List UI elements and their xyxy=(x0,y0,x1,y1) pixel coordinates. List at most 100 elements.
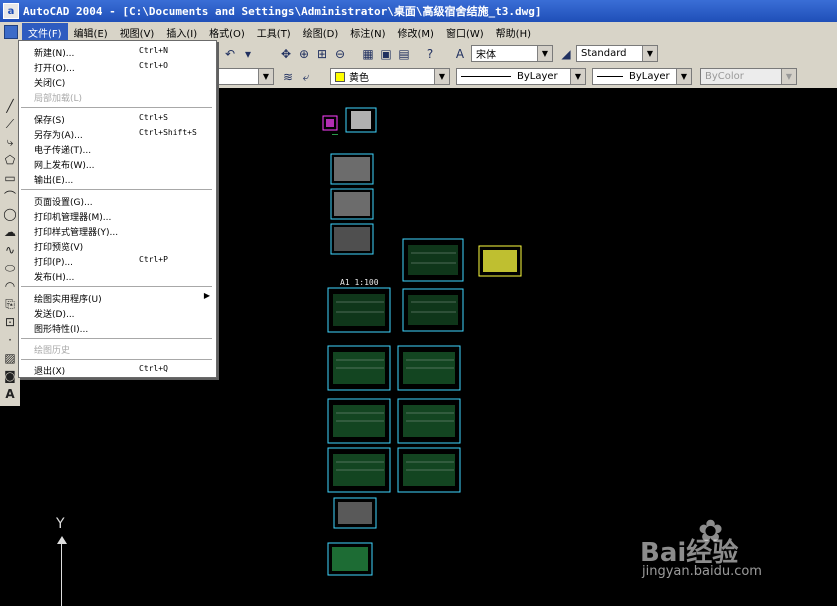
make-layer-current-icon[interactable]: ⤶ xyxy=(298,69,314,85)
menu-item-drawing-history: 绘图历史 xyxy=(19,341,216,356)
layer-previous-icon[interactable]: ≋ xyxy=(280,69,296,85)
construction-line-icon[interactable]: ⟋ xyxy=(2,116,18,132)
chevron-down-icon[interactable]: ▼ xyxy=(676,69,691,84)
chevron-down-icon[interactable]: ▼ xyxy=(434,69,449,84)
menu-item-label: 发送(D)... xyxy=(34,310,75,320)
region-icon[interactable]: ◙ xyxy=(2,368,18,384)
menu-item-label: 输出(E)... xyxy=(34,176,74,186)
menu-item-export[interactable]: 输出(E)... xyxy=(19,171,216,186)
rectangle-icon[interactable]: ▭ xyxy=(2,170,18,186)
autocad-app-icon[interactable]: a xyxy=(3,3,19,19)
design-center-icon[interactable]: ▣ xyxy=(378,46,394,62)
menu-item-plot-preview[interactable]: 打印预览(V) xyxy=(19,238,216,253)
menu-help[interactable]: 帮助(H) xyxy=(490,23,537,42)
menu-item-plot-style-manager[interactable]: 打印样式管理器(Y)... xyxy=(19,223,216,238)
menu-dimension[interactable]: 标注(N) xyxy=(344,23,391,42)
linetype-combo[interactable]: ByLayer ▼ xyxy=(456,68,586,85)
chevron-down-icon[interactable]: ▼ xyxy=(570,69,585,84)
menu-item-partial-load: 局部加载(L) xyxy=(19,89,216,104)
menu-format[interactable]: 格式(O) xyxy=(203,23,251,42)
menu-window[interactable]: 窗口(W) xyxy=(440,23,490,42)
polyline-icon[interactable]: ⤷ xyxy=(2,134,18,150)
menu-separator xyxy=(21,189,212,190)
menu-item-shortcut: Ctrl+P xyxy=(139,255,168,264)
menu-tools[interactable]: 工具(T) xyxy=(251,23,297,42)
help-icon[interactable]: ? xyxy=(422,46,438,62)
plotstyle-combo-value: ByColor xyxy=(705,71,744,82)
menu-item-label: 页面设置(G)... xyxy=(34,198,93,208)
menu-item-page-setup[interactable]: 页面设置(G)... xyxy=(19,193,216,208)
menu-item-label: 打印(P)... xyxy=(34,258,74,268)
menu-file[interactable]: 文件(F) xyxy=(22,22,68,42)
text-style-icon[interactable]: A xyxy=(452,46,468,62)
menu-item-publish-web[interactable]: 网上发布(W)... xyxy=(19,156,216,171)
dimension-style-icon[interactable]: ◢ xyxy=(558,46,574,62)
menu-draw[interactable]: 绘图(D) xyxy=(297,23,345,42)
menu-item-save[interactable]: 保存(S) Ctrl+S xyxy=(19,111,216,126)
ellipse-arc-icon[interactable]: ◠ xyxy=(2,278,18,294)
ellipse-icon[interactable]: ⬭ xyxy=(2,260,18,276)
ucs-y-label: Y xyxy=(56,516,65,532)
zoom-realtime-icon[interactable]: ⊕ xyxy=(296,46,312,62)
revision-cloud-icon[interactable]: ☁ xyxy=(2,224,18,240)
menu-item-exit[interactable]: 退出(X) Ctrl+Q xyxy=(19,362,216,377)
lineweight-combo-value: ByLayer xyxy=(629,71,670,82)
chevron-down-icon[interactable]: ▼ xyxy=(642,46,657,61)
menu-edit[interactable]: 编辑(E) xyxy=(68,23,114,42)
circle-icon[interactable]: ◯ xyxy=(2,206,18,222)
properties-icon[interactable]: ▦ xyxy=(360,46,376,62)
menu-item-label: 退出(X) xyxy=(34,367,66,377)
menu-separator xyxy=(21,338,212,339)
menu-item-open[interactable]: 打开(O)... Ctrl+O xyxy=(19,59,216,74)
chevron-down-icon[interactable]: ▼ xyxy=(537,46,552,61)
menu-item-drawing-properties[interactable]: 图形特性(I)... xyxy=(19,320,216,335)
menu-item-etransmit[interactable]: 电子传递(T)... xyxy=(19,141,216,156)
linetype-sample xyxy=(461,76,511,77)
menu-item-close[interactable]: 关闭(C) xyxy=(19,74,216,89)
menu-item-drawing-utilities[interactable]: 绘图实用程序(U) ▶ xyxy=(19,290,216,305)
menu-item-shortcut: Ctrl+S xyxy=(139,113,168,122)
polygon-icon[interactable]: ⬠ xyxy=(2,152,18,168)
point-icon[interactable]: · xyxy=(2,332,18,348)
font-combo[interactable]: 宋体 ▼ xyxy=(471,45,553,62)
redo-dropdown-icon[interactable]: ▾ xyxy=(240,46,256,62)
color-combo[interactable]: 黄色 ▼ xyxy=(330,68,450,85)
pan-icon[interactable]: ✥ xyxy=(278,46,294,62)
menu-item-plot[interactable]: 打印(P)... Ctrl+P xyxy=(19,253,216,268)
menu-item-label: 绘图历史 xyxy=(34,346,71,356)
style-combo[interactable]: Standard ▼ xyxy=(576,45,658,62)
arc-icon[interactable]: ⌒ xyxy=(2,188,18,204)
menu-separator xyxy=(21,286,212,287)
document-icon[interactable] xyxy=(4,25,18,39)
menu-item-publish[interactable]: 发布(H)... xyxy=(19,268,216,283)
menu-item-label: 网上发布(W)... xyxy=(34,161,95,171)
zoom-window-icon[interactable]: ⊞ xyxy=(314,46,330,62)
menu-item-label: 电子传递(T)... xyxy=(34,146,92,156)
menu-item-label: 绘图实用程序(U) xyxy=(34,295,102,305)
line-icon[interactable]: ╱ xyxy=(2,98,18,114)
window-title: AutoCAD 2004 - [C:\Documents and Setting… xyxy=(23,5,542,18)
menu-item-send[interactable]: 发送(D)... xyxy=(19,305,216,320)
layer-combo[interactable]: ▼ xyxy=(216,68,274,85)
make-block-icon[interactable]: ⊡ xyxy=(2,314,18,330)
menu-item-shortcut: Ctrl+Q xyxy=(139,364,168,373)
menu-item-label: 打印机管理器(M)... xyxy=(34,213,112,223)
menu-item-new[interactable]: 新建(N)... Ctrl+N xyxy=(19,44,216,59)
menu-item-save-as[interactable]: 另存为(A)... Ctrl+Shift+S xyxy=(19,126,216,141)
spline-icon[interactable]: ∿ xyxy=(2,242,18,258)
menu-item-shortcut: Ctrl+N xyxy=(139,46,168,55)
menu-insert[interactable]: 插入(I) xyxy=(160,23,203,42)
insert-block-icon[interactable]: ⎘ xyxy=(2,296,18,312)
zoom-previous-icon[interactable]: ⊖ xyxy=(332,46,348,62)
tool-palettes-icon[interactable]: ▤ xyxy=(396,46,412,62)
chevron-down-icon[interactable]: ▼ xyxy=(258,69,273,84)
menu-item-plotter-manager[interactable]: 打印机管理器(M)... xyxy=(19,208,216,223)
menu-modify[interactable]: 修改(M) xyxy=(392,23,440,42)
lineweight-combo[interactable]: ByLayer ▼ xyxy=(592,68,692,85)
hatch-icon[interactable]: ▨ xyxy=(2,350,18,366)
undo-icon[interactable]: ↶ xyxy=(222,46,238,62)
menu-item-shortcut: Ctrl+Shift+S xyxy=(139,128,197,137)
multiline-text-icon[interactable]: A xyxy=(2,386,18,402)
menu-separator xyxy=(21,107,212,108)
menu-view[interactable]: 视图(V) xyxy=(114,23,161,42)
